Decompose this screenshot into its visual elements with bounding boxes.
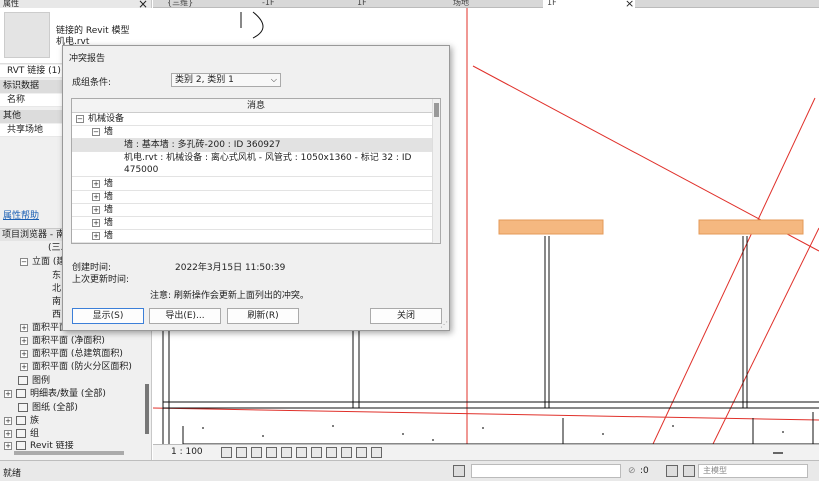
list-item-wall[interactable]: + 墙 xyxy=(72,191,432,204)
collapse-icon[interactable]: − xyxy=(92,127,100,136)
fan-equipment xyxy=(698,219,804,235)
tab-minus1f[interactable]: -1F xyxy=(258,0,348,8)
clash-report-dialog: 冲突报告 成组条件: 类别 2, 类别 1 ⌵ 消息 − 机械设备 − 墙 墙 : 基… xyxy=(62,45,450,331)
browser-item[interactable]: + 面积平面 (净面积) xyxy=(20,335,105,348)
expand-icon[interactable]: + xyxy=(20,323,28,332)
design-options-icon[interactable] xyxy=(666,465,678,477)
browser-item-sheets[interactable]: 图纸 (全部) xyxy=(18,402,78,415)
expand-icon[interactable]: + xyxy=(92,218,100,227)
browser-item-links[interactable]: + Revit 链接 xyxy=(4,441,74,451)
sheet-icon xyxy=(18,403,28,412)
list-scrollbar[interactable] xyxy=(432,99,440,243)
refresh-button[interactable]: 刷新(R) xyxy=(227,308,299,324)
highlight-icon[interactable] xyxy=(371,447,382,458)
properties-title: 属性 xyxy=(0,0,151,8)
type-thumbnail xyxy=(4,12,50,58)
expand-icon[interactable]: + xyxy=(4,416,12,425)
expand-icon[interactable]: + xyxy=(92,192,100,201)
status-bar: 就绪 ⊘ :0 主模型 xyxy=(0,460,819,481)
chevron-down-icon: ⌵ xyxy=(270,75,277,84)
show-button[interactable]: 显示(S) xyxy=(72,308,144,324)
show-crop-icon[interactable] xyxy=(296,447,307,458)
clash-list[interactable]: 消息 − 机械设备 − 墙 墙 : 基本墙 : 多孔砖-200 : ID 36092… xyxy=(71,98,441,244)
dialog-title: 冲突报告 xyxy=(69,54,106,64)
list-item-clash-a[interactable]: 墙 : 基本墙 : 多孔砖-200 : ID 360927 xyxy=(72,139,432,152)
created-value: 2022年3月15日 11:50:39 xyxy=(175,263,286,273)
selection-count: :0 xyxy=(640,466,649,476)
analytical-icon[interactable] xyxy=(356,447,367,458)
browser-item-schedules[interactable]: + 明细表/数量 (全部) xyxy=(4,388,106,401)
list-item-clash-b[interactable]: 机电.rvt : 机械设备 : 离心式风机 - 风管式 : 1050x1360 … xyxy=(72,152,432,177)
tab-site[interactable]: 场地 xyxy=(449,0,539,8)
scroll-thumb[interactable] xyxy=(434,103,439,117)
browser-item[interactable]: + 面积平面 (防火分区面积) xyxy=(20,361,132,374)
browser-item[interactable]: 北 xyxy=(52,283,61,296)
list-item-wall[interactable]: + 墙 xyxy=(72,178,432,191)
resize-grip-icon[interactable]: ⋰ xyxy=(440,320,448,329)
collapse-icon[interactable]: − xyxy=(76,114,84,123)
expand-icon[interactable]: + xyxy=(4,429,12,438)
browser-item[interactable]: + 面积平面 (总建筑面积) xyxy=(20,348,123,361)
list-item-wall[interactable]: − 墙 xyxy=(72,126,432,139)
editable-only-icon[interactable] xyxy=(683,465,695,477)
browser-item[interactable]: 东 xyxy=(52,270,61,283)
type-name: 链接的 Revit 模型 xyxy=(56,26,130,36)
family-icon xyxy=(16,416,26,425)
browser-item[interactable]: 西 xyxy=(52,309,61,322)
expand-icon[interactable]: + xyxy=(92,179,100,188)
filter-icon[interactable]: ⊘ xyxy=(628,466,636,476)
view-control-bar: 1 : 100 xyxy=(153,444,819,460)
browser-item-legend[interactable]: 图例 xyxy=(18,375,50,388)
link-icon xyxy=(16,441,26,450)
browser-item[interactable]: 南 xyxy=(52,296,61,309)
scroll-handle[interactable] xyxy=(773,452,783,454)
schedule-icon xyxy=(16,389,26,398)
tab-1f[interactable]: 1F xyxy=(353,0,443,8)
export-button[interactable]: 导出(E)... xyxy=(149,308,221,324)
visual-style-icon[interactable] xyxy=(236,447,247,458)
list-header: 消息 xyxy=(72,99,440,113)
updated-label: 上次更新时间: xyxy=(72,275,130,285)
crop-view-icon[interactable] xyxy=(281,447,292,458)
expand-icon[interactable]: + xyxy=(92,231,100,240)
group-by-label: 成组条件: xyxy=(72,78,112,88)
sun-path-icon[interactable] xyxy=(251,447,262,458)
fan-equipment xyxy=(498,219,604,235)
browser-item-groups[interactable]: + 组 xyxy=(4,428,39,441)
browser-hscrollbar[interactable] xyxy=(14,451,124,455)
tab-3d[interactable]: {三维} xyxy=(163,0,253,8)
view-tabs: {三维} -1F 1F 场地 1F × xyxy=(153,0,819,10)
list-item-wall[interactable]: + 墙 xyxy=(72,217,432,230)
close-button[interactable]: 关闭 xyxy=(370,308,442,324)
expand-icon[interactable]: + xyxy=(4,389,12,398)
expand-icon[interactable]: + xyxy=(20,362,28,371)
main-model-selector[interactable]: 主模型 xyxy=(698,464,808,478)
list-item-category[interactable]: − 机械设备 xyxy=(72,113,432,126)
detail-level-icon[interactable] xyxy=(221,447,232,458)
expand-icon[interactable]: + xyxy=(4,441,12,450)
legend-icon xyxy=(18,376,28,385)
reveal-hidden-icon[interactable] xyxy=(326,447,337,458)
refresh-note: 注意: 刷新操作会更新上面列出的冲突。 xyxy=(150,291,309,301)
worksets-icon[interactable] xyxy=(453,465,465,477)
view-scale[interactable]: 1 : 100 xyxy=(171,447,203,457)
browser-item-families[interactable]: + 族 xyxy=(4,415,39,428)
tab-1f-active[interactable]: 1F xyxy=(543,0,635,8)
group-by-select[interactable]: 类别 2, 类别 1 ⌵ xyxy=(171,73,281,87)
status-text: 就绪 xyxy=(3,469,22,479)
expand-icon[interactable]: + xyxy=(92,205,100,214)
workset-selector[interactable] xyxy=(471,464,621,478)
properties-help-link[interactable]: 属性帮助 xyxy=(3,208,39,221)
expand-icon[interactable]: + xyxy=(20,336,28,345)
lock-view-icon[interactable] xyxy=(341,447,352,458)
collapse-icon[interactable]: − xyxy=(20,257,28,266)
browser-scrollbar[interactable] xyxy=(145,384,149,434)
list-item-wall[interactable]: + 墙 xyxy=(72,230,432,243)
temp-hide-icon[interactable] xyxy=(311,447,322,458)
shadows-icon[interactable] xyxy=(266,447,277,458)
group-icon xyxy=(16,429,26,438)
expand-icon[interactable]: + xyxy=(20,349,28,358)
list-item-wall[interactable]: + 墙 xyxy=(72,204,432,217)
